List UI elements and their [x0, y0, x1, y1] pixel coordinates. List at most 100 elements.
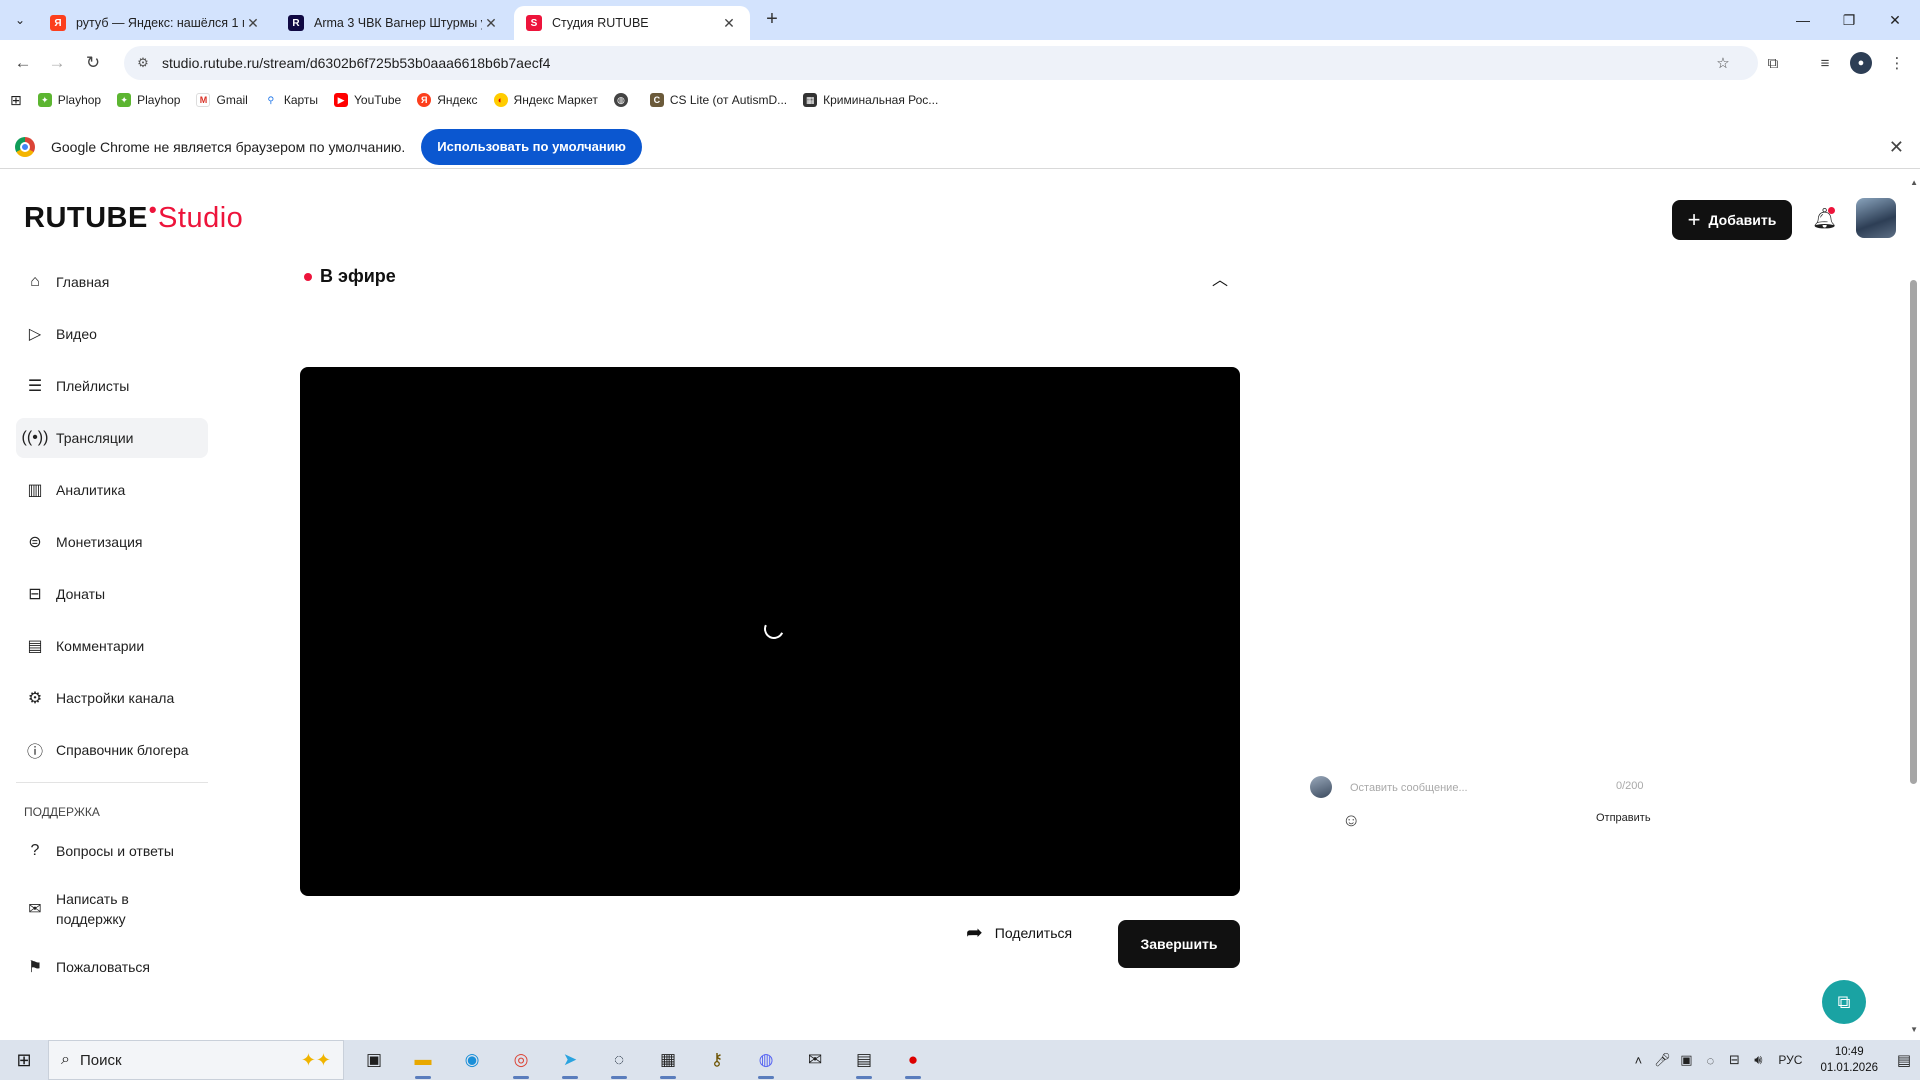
restore-button[interactable]: ❐ — [1826, 0, 1872, 40]
sidebar-item-label: Настройки канала — [56, 690, 175, 706]
extensions-icon[interactable]: ⧉ — [1762, 52, 1784, 74]
minimize-button[interactable]: — — [1780, 0, 1826, 40]
sidebar-item-comments[interactable]: ▤ Комментарии — [16, 626, 208, 666]
site-settings-icon[interactable]: ⚙ — [124, 55, 162, 71]
sidebar-divider — [16, 782, 208, 783]
set-default-button[interactable]: Использовать по умолчанию — [421, 128, 642, 165]
live-indicator-dot — [304, 272, 312, 281]
bookmark-criminal[interactable]: ▦ Криминальная Рос... — [803, 93, 938, 107]
chevron-up-icon[interactable]: ︿ — [1212, 266, 1228, 290]
bookmarks-bar: ⊞ ✦ Playhop ✦ Playhop M Gmail ⚲ Карты ▶ … — [0, 86, 1920, 114]
microphone-icon[interactable]: 🎤︎ — [1650, 1052, 1674, 1068]
sidebar-item-blogger-guide[interactable]: ⓘ Справочник блогера — [16, 730, 208, 770]
sidebar-item-video[interactable]: ▷ Видео — [16, 314, 208, 354]
clock[interactable]: 10:49 01.01.2026 — [1820, 1044, 1878, 1076]
media-app-icon[interactable]: ▤ — [844, 1040, 884, 1080]
bookmark-playhop-2[interactable]: ✦ Playhop — [117, 93, 180, 107]
discord-icon[interactable]: ◍ — [746, 1040, 786, 1080]
finish-stream-button[interactable]: Завершить — [1118, 920, 1240, 968]
emoji-icon[interactable]: ☺ — [1342, 810, 1360, 831]
lock-app-icon[interactable]: ⚷ — [697, 1040, 737, 1080]
sidebar-item-faq[interactable]: ? Вопросы и ответы — [16, 831, 208, 871]
studio-page: RUTUBE • Studio + Добавить 🔔︎ ⌂ Главная ▷ Ви… — [0, 176, 1920, 1036]
rutube-studio-logo[interactable]: RUTUBE • Studio — [24, 197, 243, 235]
sidebar-item-contact-support[interactable]: ✉ Написать в поддержку — [16, 883, 208, 935]
apps-grid-icon[interactable]: ⊞ — [10, 92, 22, 109]
volume-icon[interactable]: 🔊︎ — [1746, 1052, 1770, 1068]
obs-icon[interactable]: ● — [893, 1040, 933, 1080]
sidebar-item-home[interactable]: ⌂ Главная — [16, 262, 208, 302]
scroll-up-arrow-icon[interactable]: ▲ — [1910, 178, 1918, 187]
profile-avatar[interactable]: ● — [1850, 52, 1872, 74]
infobar-close-icon[interactable]: ✕ — [1889, 137, 1904, 158]
sidebar-item-playlists[interactable]: ☰ Плейлисты — [16, 366, 208, 406]
globe-icon: ◍ — [613, 93, 628, 107]
steam-tray-icon[interactable]: ◌ — [1698, 1053, 1722, 1068]
taskbar-search-box[interactable]: ⌕ Поиск ✦✦ — [48, 1040, 344, 1080]
window-close-button[interactable]: ✕ — [1872, 0, 1918, 40]
youtube-icon: ▶ — [334, 93, 349, 107]
game-launcher-icon[interactable]: ▦ — [648, 1040, 688, 1080]
bookmark-yandex[interactable]: Я Яндекс — [417, 93, 478, 107]
sidebar-item-label: Плейлисты — [56, 378, 130, 394]
bookmark-maps[interactable]: ⚲ Карты — [263, 93, 319, 107]
add-button[interactable]: + Добавить — [1672, 200, 1792, 240]
file-explorer-icon[interactable]: ▬ — [403, 1040, 443, 1080]
sidebar-item-broadcasts[interactable]: ((•)) Трансляции — [16, 418, 208, 458]
bookmark-youtube[interactable]: ▶ YouTube — [334, 93, 401, 107]
tray-app-icon[interactable]: ▣ — [1674, 1052, 1698, 1068]
bookmark-label: Карты — [283, 93, 319, 107]
chat-message-input[interactable]: Оставить сообщение... — [1350, 782, 1468, 794]
channel-avatar[interactable] — [1856, 198, 1896, 238]
close-icon[interactable]: ✕ — [244, 15, 262, 32]
sidebar-item-analytics[interactable]: ▥ Аналитика — [16, 470, 208, 510]
more-menu-icon[interactable]: ⋮ — [1886, 52, 1908, 74]
chrome-icon[interactable]: ◎ — [501, 1040, 541, 1080]
back-arrow-icon[interactable]: ← — [10, 50, 36, 76]
bookmark-gmail[interactable]: M Gmail — [196, 93, 248, 107]
tray-expand-icon[interactable]: ˄ — [1626, 1053, 1650, 1068]
windows-start-icon[interactable]: ⊞ — [0, 1040, 48, 1080]
playlist-icon: ☰ — [27, 378, 43, 395]
bookmark-globe[interactable]: ◍ — [613, 93, 634, 107]
input-language[interactable]: РУС — [1778, 1053, 1802, 1067]
chat-send-button[interactable]: Отправить — [1596, 812, 1651, 824]
telegram-icon[interactable]: ➤ — [550, 1040, 590, 1080]
task-view-icon[interactable]: ▣ — [354, 1040, 394, 1080]
sidebar-item-channel-settings[interactable]: ⚙ Настройки канала — [16, 678, 208, 718]
browser-tab-1[interactable]: Я рутуб — Яндекс: нашёлся 1 м ✕ — [38, 6, 274, 40]
close-icon[interactable]: ✕ — [720, 15, 738, 32]
browser-tab-3-active[interactable]: S Студия RUTUBE ✕ — [514, 6, 750, 40]
address-bar[interactable]: ⚙ studio.rutube.ru/stream/d6302b6f725b53… — [124, 46, 1758, 80]
close-icon[interactable]: ✕ — [482, 15, 500, 32]
reload-icon[interactable]: ↻ — [80, 50, 106, 76]
scroll-down-arrow-icon[interactable]: ▼ — [1910, 1025, 1918, 1034]
steam-icon[interactable]: ◌ — [599, 1040, 639, 1080]
network-icon[interactable]: ⊟ — [1722, 1052, 1746, 1068]
bookmark-star-icon[interactable]: ☆ — [1712, 52, 1734, 74]
share-button[interactable]: ➦ Поделиться — [966, 920, 1072, 945]
scrollbar-thumb[interactable] — [1910, 280, 1917, 784]
tab-search-chevron-icon[interactable]: ⌄ — [8, 8, 32, 32]
bookmark-label: CS Lite (от AutismD... — [669, 93, 788, 107]
bookmark-yandex-market[interactable]: ◐ Яндекс Маркет — [493, 93, 598, 107]
sidebar-item-label: Комментарии — [56, 638, 145, 654]
mail-app-icon[interactable]: ✉ — [795, 1040, 835, 1080]
url-text[interactable]: studio.rutube.ru/stream/d6302b6f725b53b0… — [162, 55, 550, 71]
help-chat-button[interactable]: ⧉ — [1822, 980, 1866, 1024]
sidebar-item-monetization[interactable]: ⊜ Монетизация — [16, 522, 208, 562]
new-tab-button[interactable]: + — [760, 8, 784, 32]
bookmark-label: Криминальная Рос... — [823, 93, 939, 107]
sidebar-item-report[interactable]: ⚑ Пожаловаться — [16, 947, 208, 987]
page-scrollbar[interactable]: ▲ ▼ — [1906, 176, 1920, 1036]
notification-center-icon[interactable]: ▤ — [1888, 1051, 1920, 1069]
edge-icon[interactable]: ◉ — [452, 1040, 492, 1080]
media-control-icon[interactable]: ≡ — [1814, 52, 1836, 74]
notifications-bell-icon[interactable]: 🔔︎ — [1812, 206, 1837, 230]
browser-tab-2[interactable]: R Arma 3 ЧВК Вагнер Штурмы у ✕ — [276, 6, 512, 40]
sidebar-item-donates[interactable]: ⊟ Донаты — [16, 574, 208, 614]
stream-video-player[interactable] — [300, 367, 1240, 896]
bookmark-cs-lite[interactable]: C CS Lite (от AutismD... — [649, 93, 788, 107]
bookmark-playhop-1[interactable]: ✦ Playhop — [37, 93, 101, 107]
forward-arrow-icon[interactable]: → — [44, 50, 70, 76]
